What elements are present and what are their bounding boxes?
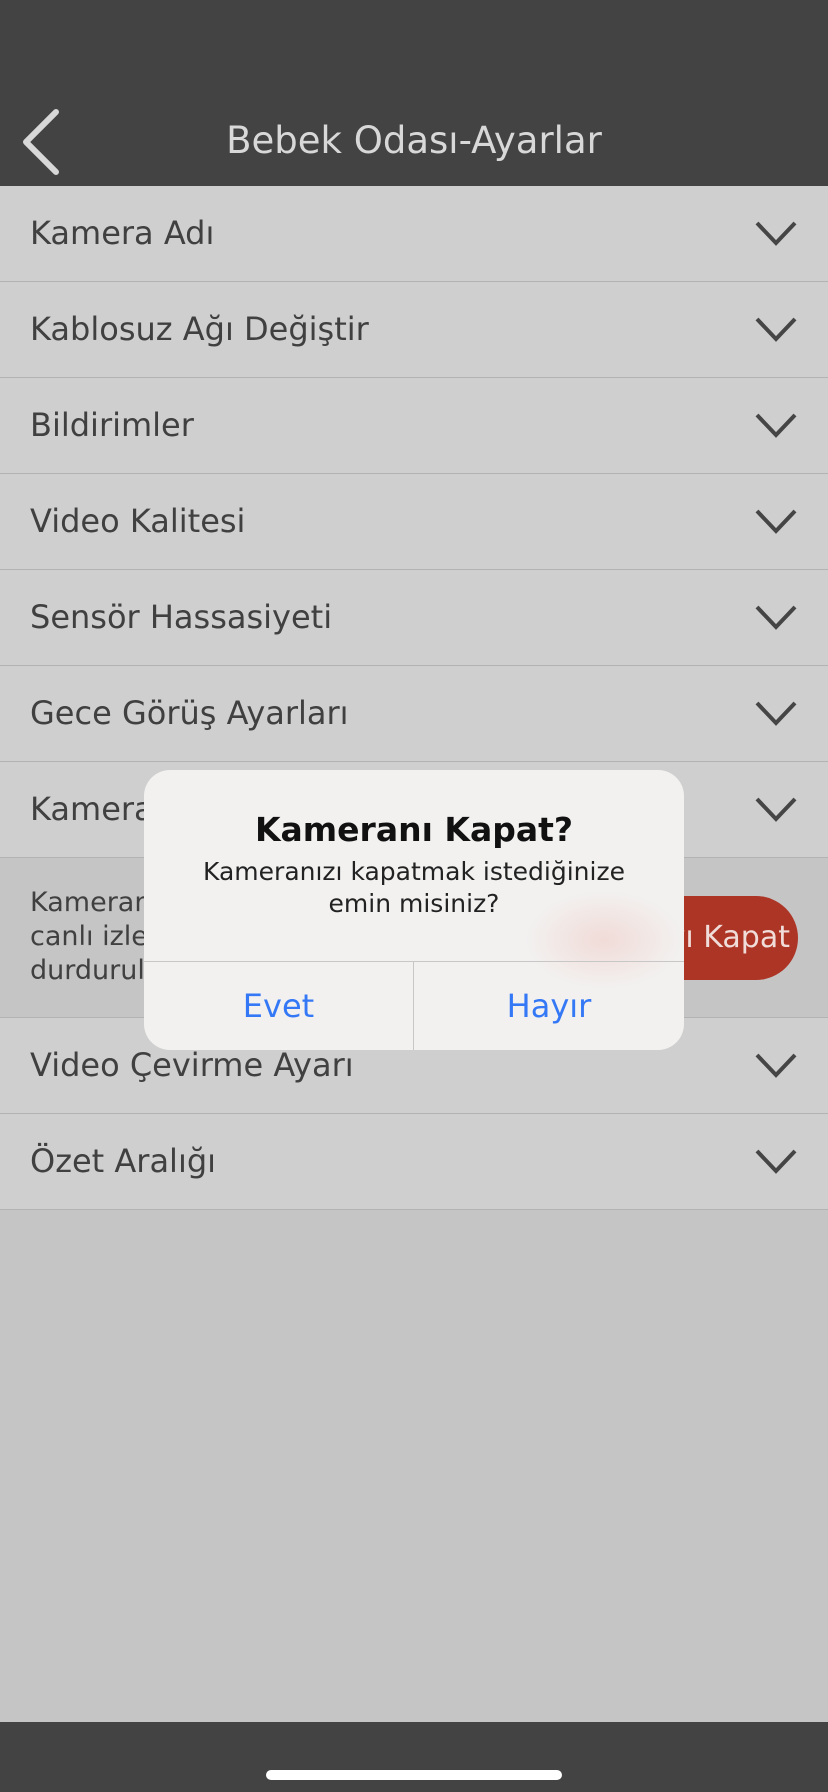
row-label: Video Kalitesi bbox=[30, 502, 246, 540]
page-title: Bebek Odası-Ayarlar bbox=[226, 119, 602, 162]
settings-row-notifications[interactable]: Bildirimler bbox=[0, 378, 828, 474]
row-label: Özet Aralığı bbox=[30, 1142, 217, 1180]
row-label: Gece Görüş Ayarları bbox=[30, 694, 349, 732]
dialog-title: Kameranı Kapat? bbox=[254, 810, 574, 849]
row-label: Kamera Adı bbox=[30, 214, 215, 252]
chevron-down-icon bbox=[755, 221, 797, 246]
chevron-down-icon bbox=[755, 509, 797, 534]
chevron-down-icon bbox=[755, 605, 797, 630]
settings-list: Kamera Adı Kablosuz Ağı Değiştir Bildiri… bbox=[0, 186, 828, 1210]
chevron-down-icon bbox=[755, 317, 797, 342]
row-label: Sensör Hassasiyeti bbox=[30, 598, 333, 636]
chevron-down-icon bbox=[755, 1053, 797, 1078]
settings-row-night-vision[interactable]: Gece Görüş Ayarları bbox=[0, 666, 828, 762]
settings-row-video-quality[interactable]: Video Kalitesi bbox=[0, 474, 828, 570]
chevron-down-icon bbox=[755, 1149, 797, 1174]
row-label: Kamera bbox=[30, 790, 154, 828]
dialog-message: Kameranızı kapatmak istediğinize emin mi… bbox=[203, 857, 625, 918]
row-label: Kablosuz Ağı Değiştir bbox=[30, 310, 369, 348]
top-bar: Bebek Odası-Ayarlar bbox=[0, 0, 828, 186]
settings-row-wifi[interactable]: Kablosuz Ağı Değiştir bbox=[0, 282, 828, 378]
no-button[interactable]: Hayır bbox=[414, 962, 684, 1050]
settings-row-summary-interval[interactable]: Özet Aralığı bbox=[0, 1114, 828, 1210]
yes-button[interactable]: Evet bbox=[144, 962, 413, 1050]
chevron-down-icon bbox=[755, 797, 797, 822]
home-indicator[interactable] bbox=[266, 1770, 562, 1780]
chevron-down-icon bbox=[755, 413, 797, 438]
row-label: Bildirimler bbox=[30, 406, 194, 444]
home-bar bbox=[0, 1722, 828, 1792]
settings-row-camera-name[interactable]: Kamera Adı bbox=[0, 186, 828, 282]
confirm-dialog: Kameranı Kapat? Kameranızı kapatmak iste… bbox=[144, 770, 684, 1050]
settings-row-sensor-sensitivity[interactable]: Sensör Hassasiyeti bbox=[0, 570, 828, 666]
chevron-down-icon bbox=[755, 701, 797, 726]
